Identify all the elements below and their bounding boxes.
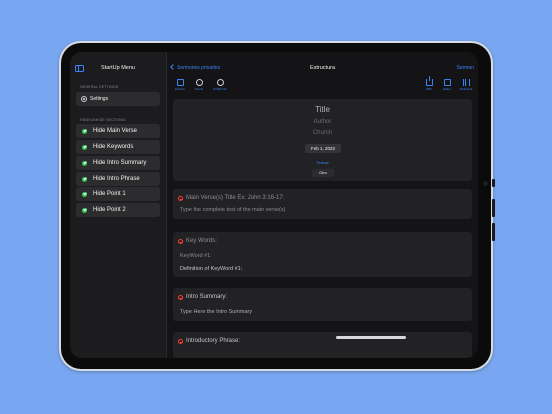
toolbar-label: Points bbox=[194, 87, 204, 91]
sermon-header-card: Title Author Church Feb 1, 2022 Textual … bbox=[173, 99, 472, 181]
slidedeck-button[interactable]: Slidedeck bbox=[456, 79, 476, 91]
sidebar-title: StartUp Menu bbox=[101, 65, 135, 71]
sermon-church[interactable]: Church bbox=[173, 130, 472, 136]
circle-3-icon bbox=[216, 79, 224, 86]
section-header: Key Words: bbox=[186, 238, 217, 244]
general-settings-header: GENERAL SETTINGS bbox=[80, 85, 119, 89]
checkmark-icon bbox=[82, 191, 87, 197]
sidebar-item-hide-keywords[interactable]: Hide Keywords bbox=[76, 140, 160, 154]
section-introductory-phrase: Introductory Phrase: bbox=[173, 332, 472, 358]
sidebar-item-label: Hide Intro Summary bbox=[93, 159, 147, 166]
circle-2-icon bbox=[195, 79, 203, 86]
date-picker[interactable]: Feb 1, 2022 bbox=[305, 144, 341, 153]
sidebar-item-label: Hide Main Verse bbox=[93, 127, 138, 134]
section-text[interactable]: Type the complete text of the main verse… bbox=[180, 207, 285, 213]
main-panel: Sermones privados Estructura Sermon Edic… bbox=[167, 52, 478, 358]
sidebar-item-label: Hide Point 2 bbox=[93, 206, 126, 213]
app-screen: StartUp Menu GENERAL SETTINGS Settings H… bbox=[70, 52, 478, 358]
sermon-type-link[interactable]: Textual bbox=[173, 161, 472, 165]
keyword-field[interactable]: KeyWord #1: bbox=[180, 253, 212, 259]
volume-button-2 bbox=[492, 223, 495, 241]
sections-header: HIDE/UNHIDE SECTIONS bbox=[80, 118, 126, 122]
toolbar-label: Edición bbox=[175, 87, 185, 91]
remove-section-icon[interactable] bbox=[178, 339, 183, 344]
sermon-button[interactable]: Sermon bbox=[456, 65, 474, 71]
share-icon bbox=[425, 76, 433, 86]
doc-icon bbox=[176, 79, 184, 86]
sidebar-item-label: Hide Point 1 bbox=[93, 190, 126, 197]
columns-icon bbox=[462, 79, 470, 86]
sermon-title[interactable]: Title bbox=[173, 105, 472, 114]
sidebar-item-hide-intro-phrase[interactable]: Hide Intro Phrase bbox=[76, 172, 160, 186]
keyword-definition-field[interactable]: Definition of KeyWord #1: bbox=[180, 266, 242, 272]
toolbar-label: PDF bbox=[426, 87, 432, 91]
sidebar-item-settings[interactable]: Settings bbox=[76, 92, 160, 106]
sidebar-item-label: Hide Intro Phrase bbox=[93, 175, 140, 182]
toolbar-label: SubPoints bbox=[213, 87, 227, 91]
checkmark-icon bbox=[82, 144, 87, 150]
ipad-frame: StartUp Menu GENERAL SETTINGS Settings H… bbox=[59, 41, 495, 371]
sidebar-item-label: Hide Keywords bbox=[93, 143, 134, 150]
section-main-verse: Main Verse(s) Title Ex: John 3:16-17: Ty… bbox=[173, 189, 472, 219]
camera bbox=[483, 181, 488, 186]
toolbar-label: Slidedeck bbox=[459, 87, 473, 91]
sermon-author[interactable]: Author bbox=[173, 119, 472, 125]
sidebar-item-label: Settings bbox=[90, 96, 109, 102]
sidebar-item-hide-point-2[interactable]: Hide Point 2 bbox=[76, 203, 160, 217]
volume-button bbox=[492, 199, 495, 217]
toolbar-label: Editor bbox=[443, 87, 451, 91]
sidebar: StartUp Menu GENERAL SETTINGS Settings H… bbox=[70, 52, 167, 358]
gear-icon bbox=[81, 96, 87, 102]
subpoints-button[interactable]: SubPoints bbox=[210, 79, 230, 91]
pdf-button[interactable]: PDF bbox=[419, 76, 439, 91]
points-button[interactable]: Points bbox=[189, 79, 209, 91]
section-header: Intro Summary: bbox=[186, 294, 228, 300]
remove-section-icon[interactable] bbox=[178, 295, 183, 300]
section-text[interactable]: Type Here the Intro Summary bbox=[180, 309, 252, 315]
section-intro-summary: Intro Summary: Type Here the Intro Summa… bbox=[173, 288, 472, 321]
side-button bbox=[492, 179, 495, 187]
type-selector[interactable]: Otro bbox=[312, 169, 334, 177]
edit-button[interactable]: Edición bbox=[170, 79, 190, 91]
remove-section-icon[interactable] bbox=[178, 239, 183, 244]
sidebar-item-hide-intro-summary[interactable]: Hide Intro Summary bbox=[76, 156, 160, 170]
doc-icon bbox=[443, 79, 451, 86]
checkmark-icon bbox=[82, 207, 87, 213]
section-key-words: Key Words: KeyWord #1: Definition of Key… bbox=[173, 232, 472, 277]
section-header: Introductory Phrase: bbox=[186, 338, 241, 344]
section-header: Main Verse(s) Title Ex: John 3:16-17: bbox=[186, 195, 285, 201]
page-title: Estructura bbox=[309, 65, 336, 71]
remove-section-icon[interactable] bbox=[178, 196, 183, 201]
sidebar-item-hide-main-verse[interactable]: Hide Main Verse bbox=[76, 124, 160, 138]
checkmark-icon bbox=[82, 128, 87, 134]
sidebar-item-hide-point-1[interactable]: Hide Point 1 bbox=[76, 187, 160, 201]
checkmark-icon bbox=[82, 176, 87, 182]
home-indicator[interactable] bbox=[336, 336, 406, 339]
checkmark-icon bbox=[82, 160, 87, 166]
editor-button[interactable]: Editor bbox=[437, 79, 457, 91]
